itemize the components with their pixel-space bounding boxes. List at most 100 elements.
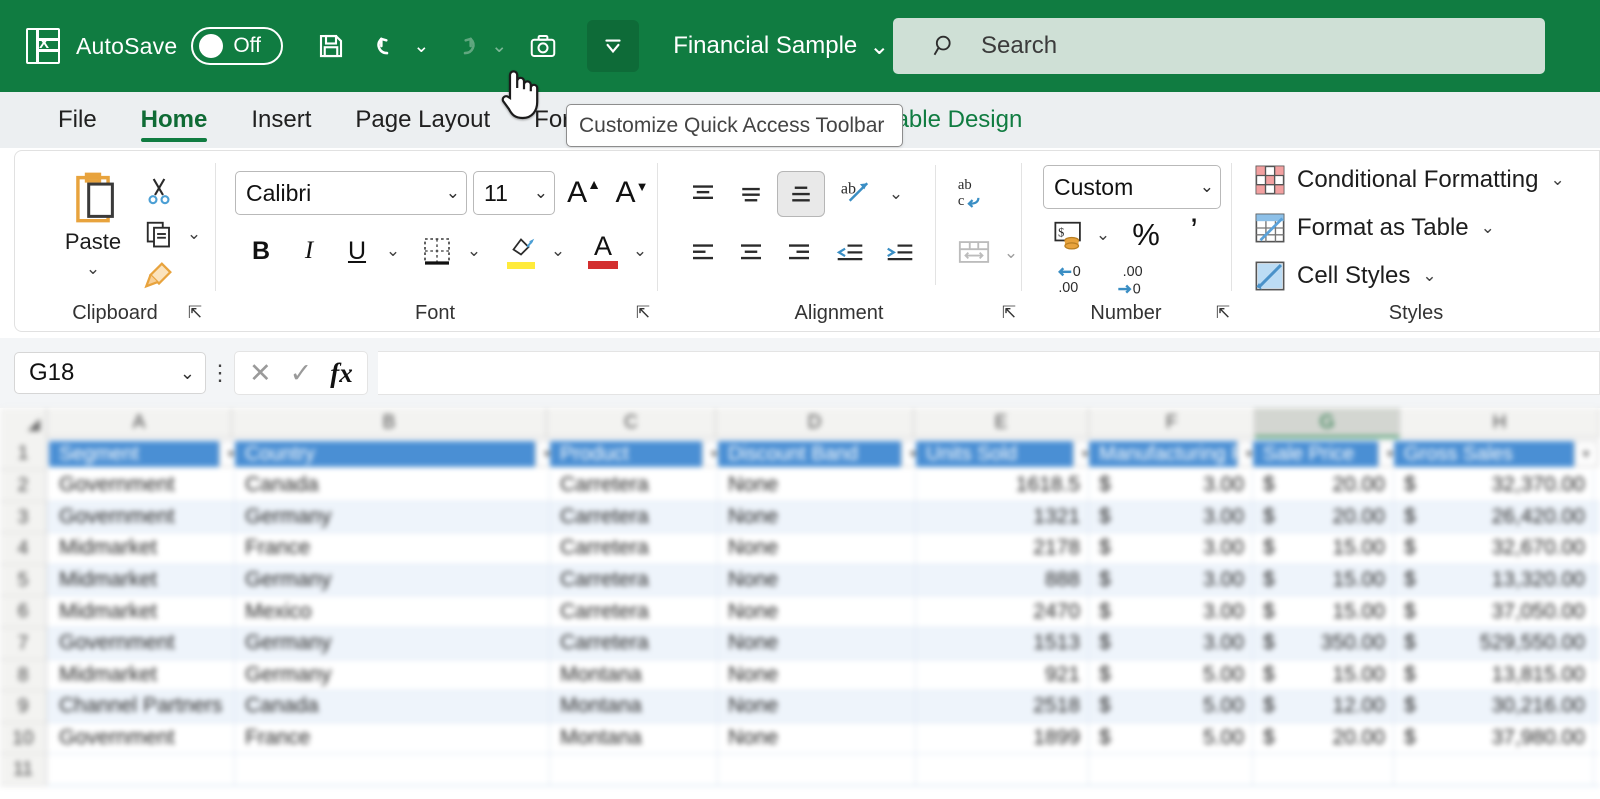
underline-dropdown-caret-icon[interactable]: ⌄ xyxy=(379,229,407,273)
cell-segment[interactable]: Government xyxy=(49,722,235,754)
cell-empty[interactable] xyxy=(1394,754,1594,785)
cell-country[interactable]: Canada xyxy=(235,691,550,722)
table-header-sale-price[interactable]: Sale Price xyxy=(1253,441,1378,467)
cell-mfg[interactable]: $3.00 xyxy=(1089,564,1253,596)
align-center-button[interactable] xyxy=(729,231,773,275)
cell-gross[interactable]: $37,050.00 xyxy=(1394,596,1594,627)
cell-gross[interactable]: $13,320.00 xyxy=(1394,564,1594,596)
cell-empty[interactable] xyxy=(916,754,1089,785)
table-header-manufacturing-price[interactable]: Manufacturing Price xyxy=(1089,441,1237,467)
row-header-3[interactable]: 3 xyxy=(0,501,47,534)
cell-mfg[interactable]: $3.00 xyxy=(1089,628,1253,659)
accounting-dropdown-caret-icon[interactable]: ⌄ xyxy=(1091,213,1115,257)
cell-band[interactable]: None xyxy=(718,722,916,754)
column-header-h[interactable]: H xyxy=(1400,408,1600,438)
merge-and-center-button[interactable] xyxy=(949,229,999,275)
column-header-b[interactable]: B xyxy=(232,408,547,438)
clipboard-dialog-launcher[interactable]: ⇱ xyxy=(185,303,205,323)
font-size-combo[interactable]: 11 ⌄ xyxy=(473,171,555,215)
cell-gross[interactable]: $529,550.00 xyxy=(1394,628,1594,659)
text-orientation-button[interactable]: ab xyxy=(833,169,881,215)
cell-gross[interactable]: $13,815.00 xyxy=(1394,659,1594,691)
paste-button[interactable]: Paste ⌄ xyxy=(51,169,135,279)
select-all-corner[interactable]: ◢ xyxy=(0,408,47,438)
text-orientation-dropdown-caret-icon[interactable]: ⌄ xyxy=(883,173,909,215)
cell-segment[interactable]: Midmarket xyxy=(49,564,235,596)
cell-sale[interactable]: $15.00 xyxy=(1253,533,1394,564)
cell-band[interactable]: None xyxy=(718,564,916,596)
row-header-4[interactable]: 4 xyxy=(0,533,47,565)
cell-mfg[interactable]: $5.00 xyxy=(1089,691,1253,722)
cell-units[interactable]: 2518 xyxy=(916,691,1089,722)
bold-button[interactable]: B xyxy=(241,229,281,273)
cell-band[interactable]: None xyxy=(718,659,916,691)
table-row[interactable]: Government France Montana None 1899 $5.00 $20.… xyxy=(47,722,1600,755)
column-header-a[interactable]: A xyxy=(47,408,232,438)
font-color-dropdown-caret-icon[interactable]: ⌄ xyxy=(627,229,653,273)
number-format-combo[interactable]: Custom ⌄ xyxy=(1043,165,1221,209)
undo-button[interactable] xyxy=(361,20,413,72)
cell-gross[interactable]: $32,670.00 xyxy=(1394,533,1594,564)
align-middle-button[interactable] xyxy=(729,173,773,215)
column-header-f[interactable]: F xyxy=(1089,408,1255,438)
italic-button[interactable]: I xyxy=(289,229,329,273)
cell-sale[interactable]: $20.00 xyxy=(1253,470,1394,501)
cell-mfg[interactable]: $5.00 xyxy=(1089,659,1253,691)
cell-band[interactable]: None xyxy=(718,470,916,501)
cell-sale[interactable]: $20.00 xyxy=(1253,722,1394,754)
search-box[interactable]: Search xyxy=(893,18,1545,74)
align-left-button[interactable] xyxy=(681,231,725,275)
underline-button[interactable]: U xyxy=(337,229,377,273)
cell-empty[interactable] xyxy=(49,754,235,785)
cell-units[interactable]: 2470 xyxy=(916,596,1089,627)
cell-segment[interactable]: Midmarket xyxy=(49,533,235,564)
table-header-units-sold[interactable]: Units Sold xyxy=(916,441,1073,467)
name-box[interactable]: G18 ⌄ xyxy=(14,352,206,394)
cut-button[interactable] xyxy=(137,171,181,211)
number-dialog-launcher[interactable]: ⇱ xyxy=(1213,303,1233,323)
borders-button[interactable] xyxy=(415,229,459,273)
decrease-font-size-button[interactable]: A ▼ xyxy=(611,171,653,215)
cell-segment[interactable]: Government xyxy=(49,501,235,533)
cancel-icon[interactable]: ✕ xyxy=(249,358,272,389)
cell-units[interactable]: 1899 xyxy=(916,722,1089,754)
row-header-8[interactable]: 8 xyxy=(0,659,47,692)
cell-empty[interactable] xyxy=(1253,754,1394,785)
accounting-format-button[interactable]: $ xyxy=(1047,213,1091,257)
cell-band[interactable]: None xyxy=(718,501,916,533)
cell-product[interactable]: Carretera xyxy=(550,564,718,596)
enter-icon[interactable]: ✓ xyxy=(290,358,313,389)
row-header-2[interactable]: 2 xyxy=(0,470,47,502)
more-vertical-icon[interactable]: ⋮ xyxy=(206,360,234,386)
tab-page-layout[interactable]: Page Layout xyxy=(333,92,512,148)
cell-country[interactable]: Germany xyxy=(235,659,550,691)
table-row[interactable]: Midmarket France Carretera None 2178 $3.00 $15… xyxy=(47,533,1600,565)
table-row[interactable]: Government Canada Carretera None 1618.5 $3.00… xyxy=(47,470,1600,502)
cell-product[interactable]: Carretera xyxy=(550,628,718,659)
font-dialog-launcher[interactable]: ⇱ xyxy=(633,303,653,323)
fill-color-button[interactable] xyxy=(499,227,543,275)
cell-product[interactable]: Montana xyxy=(550,722,718,754)
undo-dropdown-caret-icon[interactable]: ⌄ xyxy=(413,37,429,56)
cell-units[interactable]: 2178 xyxy=(916,533,1089,564)
redo-dropdown-caret-icon[interactable]: ⌄ xyxy=(491,37,507,56)
fill-color-dropdown-caret-icon[interactable]: ⌄ xyxy=(545,229,571,273)
font-color-button[interactable]: A xyxy=(581,227,625,275)
autosave-toggle[interactable]: Off xyxy=(191,27,284,65)
cell-sale[interactable]: $12.00 xyxy=(1253,691,1394,722)
table-header-segment[interactable]: Segment xyxy=(49,441,219,467)
redo-button[interactable] xyxy=(439,20,491,72)
table-row-empty[interactable] xyxy=(47,754,1600,786)
paste-dropdown-caret-icon[interactable]: ⌄ xyxy=(86,259,100,279)
table-header-gross-sales[interactable]: Gross Sales xyxy=(1394,441,1574,467)
cell-country[interactable]: Germany xyxy=(235,564,550,596)
table-row[interactable]: Midmarket Germany Carretera None 888 $3.00 $15… xyxy=(47,564,1600,597)
cell-gross[interactable]: $32,370.00 xyxy=(1394,470,1594,501)
comma-style-button[interactable]: ’ xyxy=(1173,209,1215,253)
cell-mfg[interactable]: $3.00 xyxy=(1089,533,1253,564)
cell-product[interactable]: Montana xyxy=(550,691,718,722)
cell-units[interactable]: 1513 xyxy=(916,628,1089,659)
row-header-6[interactable]: 6 xyxy=(0,596,47,628)
tab-home[interactable]: Home xyxy=(119,92,230,148)
cell-segment[interactable]: Channel Partners xyxy=(49,691,235,722)
